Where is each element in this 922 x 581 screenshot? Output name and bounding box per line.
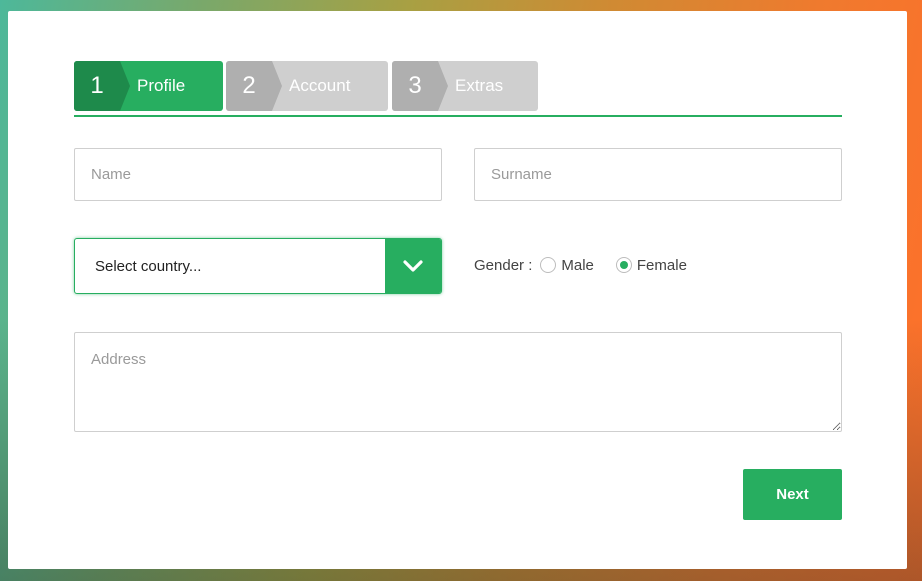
radio-button[interactable]: [615, 257, 632, 273]
radio-label: Female: [636, 256, 687, 274]
step-number: 2: [226, 61, 282, 111]
radio-button[interactable]: [540, 257, 557, 273]
name-input[interactable]: [74, 148, 442, 201]
country-select-value: Select country...: [95, 257, 202, 275]
country-select-toggle[interactable]: [385, 239, 441, 293]
address-textarea[interactable]: [74, 332, 842, 432]
gender-group: Gender : Male Female: [474, 254, 709, 276]
chevron-down-icon: [403, 260, 423, 272]
form-card: 1 Profile 2 Account 3 Extras Select coun…: [8, 11, 907, 569]
step-number: 3: [392, 61, 448, 111]
step-profile[interactable]: 1 Profile: [74, 61, 223, 111]
step-number: 1: [74, 61, 130, 111]
radio-label: Male: [561, 256, 594, 274]
step-label: Account: [289, 76, 351, 95]
gender-option-male[interactable]: Male: [540, 257, 594, 274]
wizard-steps: 1 Profile 2 Account 3 Extras: [74, 61, 842, 117]
step-extras[interactable]: 3 Extras: [392, 61, 538, 111]
country-select[interactable]: Select country...: [74, 238, 442, 294]
gender-label: Gender :: [474, 256, 533, 274]
gender-option-female[interactable]: Female: [615, 256, 687, 274]
surname-input[interactable]: [474, 148, 842, 201]
step-account[interactable]: 2 Account: [226, 61, 388, 111]
next-button[interactable]: Next: [743, 469, 842, 520]
